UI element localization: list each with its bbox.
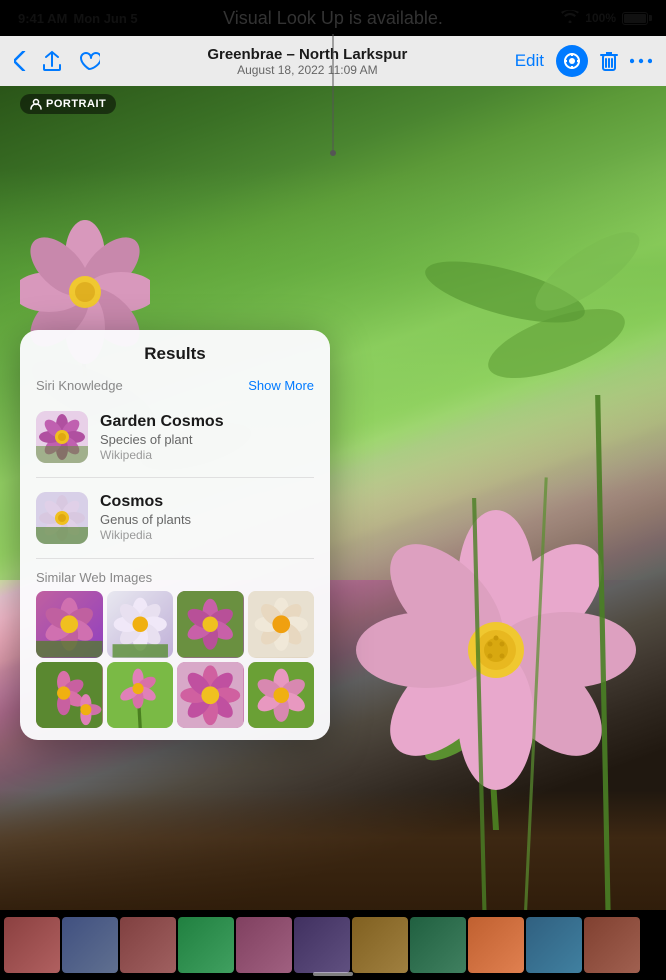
strip-thumb-4[interactable] (178, 917, 234, 973)
strip-thumb-9[interactable] (468, 917, 524, 973)
siri-knowledge-row: Siri Knowledge Show More (20, 374, 330, 401)
garden-cosmos-source: Wikipedia (100, 448, 314, 462)
cosmos-sub: Genus of plants (100, 512, 314, 527)
result-item-garden-cosmos[interactable]: Garden Cosmos Species of plant Wikipedia (20, 401, 330, 473)
similar-item-5[interactable] (36, 662, 103, 729)
garden-cosmos-sub: Species of plant (100, 432, 314, 447)
strip-thumb-8[interactable] (410, 917, 466, 973)
similar-item-6[interactable] (107, 662, 174, 729)
annotation-dot (330, 150, 336, 156)
cosmos-name: Cosmos (100, 493, 314, 511)
similar-item-4[interactable] (248, 591, 315, 658)
garden-cosmos-name: Garden Cosmos (100, 413, 314, 431)
strip-thumb-6[interactable] (294, 917, 350, 973)
strip-thumb-2[interactable] (62, 917, 118, 973)
results-panel: Results Siri Knowledge Show More (20, 330, 330, 740)
siri-knowledge-label: Siri Knowledge (36, 378, 123, 393)
similar-item-7[interactable] (177, 662, 244, 729)
similar-item-2[interactable] (107, 591, 174, 658)
strip-thumb-7[interactable] (352, 917, 408, 973)
results-title: Results (20, 330, 330, 374)
divider-1 (36, 477, 314, 478)
similar-item-1[interactable] (36, 591, 103, 658)
strip-thumb-1[interactable] (4, 917, 60, 973)
similar-item-8[interactable] (248, 662, 315, 729)
strip-thumb-5[interactable] (236, 917, 292, 973)
annotation-line (333, 34, 334, 154)
portrait-label: PORTRAIT (46, 98, 106, 110)
annotation-area: Visual Look Up is available. (0, 0, 666, 80)
garden-cosmos-info: Garden Cosmos Species of plant Wikipedia (100, 413, 314, 462)
cosmos-info: Cosmos Genus of plants Wikipedia (100, 493, 314, 542)
strip-thumb-3[interactable] (120, 917, 176, 973)
portrait-icon (30, 98, 42, 110)
similar-grid (20, 591, 330, 728)
result-item-cosmos[interactable]: Cosmos Genus of plants Wikipedia (20, 482, 330, 554)
cosmos-thumb (36, 492, 88, 544)
garden-cosmos-thumb (36, 411, 88, 463)
photo-strip (0, 910, 666, 980)
annotation-text: Visual Look Up is available. (223, 8, 443, 29)
scroll-indicator (313, 972, 353, 976)
strip-thumb-10[interactable] (526, 917, 582, 973)
portrait-badge[interactable]: PORTRAIT (20, 94, 116, 114)
similar-item-3[interactable] (177, 591, 244, 658)
cosmos-source: Wikipedia (100, 528, 314, 542)
divider-2 (36, 558, 314, 559)
strip-thumb-11[interactable] (584, 917, 640, 973)
show-more-button[interactable]: Show More (248, 378, 314, 393)
similar-label: Similar Web Images (20, 562, 330, 591)
